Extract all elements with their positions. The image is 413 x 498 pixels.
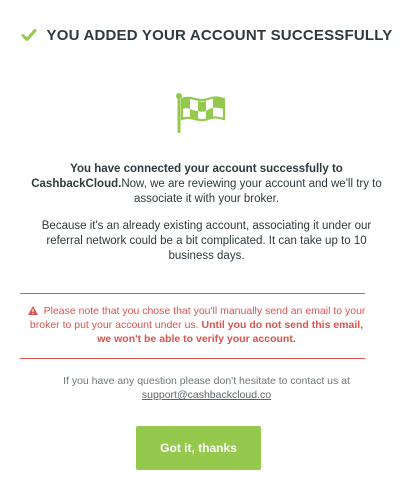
message-paragraph-2: Because it's an already existing account…	[41, 220, 372, 262]
warning-icon	[27, 306, 38, 315]
contact-info: If you have any question please don't he…	[30, 374, 383, 402]
warning-divider-bottom	[20, 358, 365, 359]
success-message: You have connected your account successf…	[30, 162, 383, 264]
message-intro-rest: Now, we are reviewing your account and w…	[121, 178, 382, 205]
message-intro: You have connected your account successf…	[30, 162, 383, 207]
contact-text: If you have any question please don't he…	[63, 375, 350, 387]
check-icon	[21, 29, 37, 41]
dialog-header: YOU ADDED YOUR ACCOUNT SUCCESSFULLY	[0, 22, 413, 48]
warning-notice: Please note that you chose that you'll m…	[22, 304, 371, 346]
support-email-link[interactable]: support@cashbackcloud.co	[142, 389, 271, 401]
success-dialog: YOU ADDED YOUR ACCOUNT SUCCESSFULLY You …	[0, 0, 413, 498]
dialog-title: YOU ADDED YOUR ACCOUNT SUCCESSFULLY	[46, 26, 393, 44]
warning-divider-top	[20, 293, 365, 294]
flag-icon	[176, 93, 226, 133]
got-it-button[interactable]: Got it, thanks	[136, 426, 261, 470]
